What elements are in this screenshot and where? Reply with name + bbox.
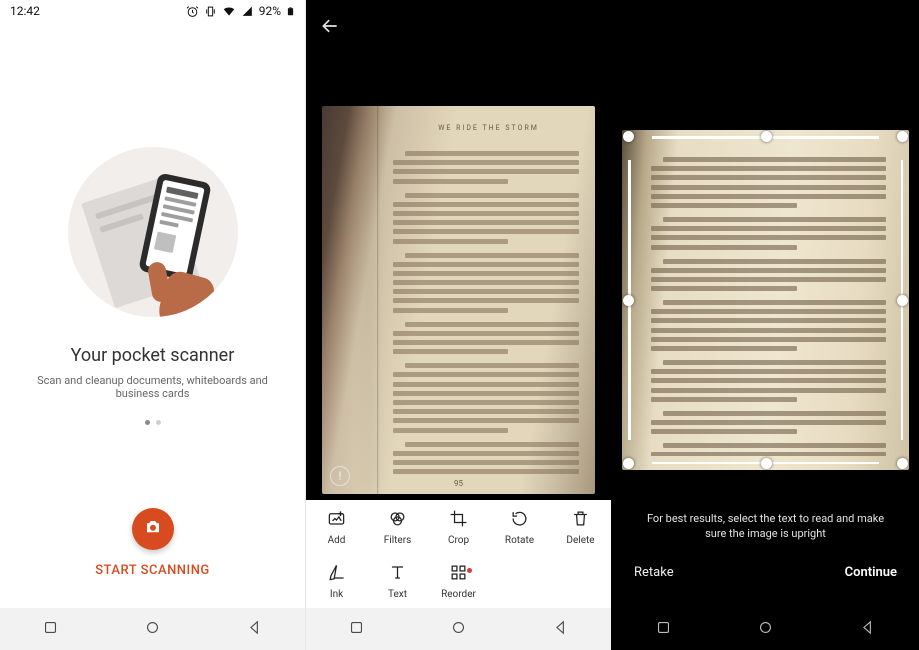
rotate-icon <box>510 509 529 532</box>
nav-recent-button[interactable] <box>655 619 672 640</box>
crop-handle[interactable] <box>897 458 908 469</box>
nav-back-button[interactable] <box>246 619 263 640</box>
nav-back-button[interactable] <box>552 619 569 640</box>
rotate-button[interactable]: Rotate <box>489 500 550 554</box>
continue-button[interactable]: Continue <box>845 565 897 580</box>
tool-label: Rotate <box>505 535 534 546</box>
crop-handle[interactable] <box>897 295 908 306</box>
reorder-button[interactable]: Reorder <box>428 554 489 608</box>
start-scanning-label: START SCANNING <box>0 563 305 578</box>
page-dot[interactable] <box>156 420 161 425</box>
camera-icon <box>144 518 162 540</box>
tool-label: Crop <box>448 535 469 546</box>
android-nav-bar <box>612 608 919 650</box>
page-running-header: WE RIDE THE STORM <box>404 124 573 132</box>
text-icon <box>388 563 407 586</box>
alarm-icon <box>186 5 199 18</box>
action-bar: Retake Continue <box>612 550 919 594</box>
crop-button[interactable]: Crop <box>428 500 489 554</box>
crop-confirm-screen: For best results, select the text to rea… <box>612 0 919 650</box>
nav-back-button[interactable] <box>859 619 876 640</box>
page-text <box>393 142 579 474</box>
nav-home-button[interactable] <box>757 619 774 640</box>
tool-label: Reorder <box>441 589 476 600</box>
pen-icon <box>327 563 346 586</box>
vibrate-icon <box>204 5 217 18</box>
crop-handle[interactable] <box>623 131 634 142</box>
back-button[interactable] <box>320 16 340 40</box>
android-nav-bar <box>306 608 611 650</box>
add-icon <box>327 509 346 532</box>
filters-button[interactable]: Filters <box>367 500 428 554</box>
delete-button[interactable]: Delete <box>550 500 611 554</box>
filters-icon <box>388 509 407 532</box>
tool-label: Add <box>328 535 346 546</box>
crop-handle[interactable] <box>897 131 908 142</box>
hero-illustration <box>68 147 238 317</box>
status-time: 12:42 <box>10 4 40 18</box>
welcome-screen: 12:42 92% Your pocket scanner <box>0 0 306 650</box>
notification-dot-icon <box>467 568 472 573</box>
text-button[interactable]: Text <box>367 554 428 608</box>
page-number: 95 <box>322 479 595 488</box>
hand-icon <box>153 252 223 317</box>
signal-icon <box>241 5 254 18</box>
crop-handle[interactable] <box>623 458 634 469</box>
battery-icon <box>286 5 295 18</box>
page-text <box>651 148 886 456</box>
crop-preview[interactable] <box>622 130 909 470</box>
status-right: 92% <box>186 4 295 18</box>
crop-icon <box>449 509 468 532</box>
crop-handle[interactable] <box>761 131 772 142</box>
retake-button[interactable]: Retake <box>634 565 674 580</box>
nav-home-button[interactable] <box>450 619 467 640</box>
trash-icon <box>571 509 590 532</box>
tool-label: Ink <box>330 589 343 600</box>
page-indicator[interactable] <box>145 420 161 425</box>
scanned-page[interactable]: WE RIDE THE STORM 95 ! <box>322 106 595 494</box>
edit-scan-screen: WE RIDE THE STORM 95 ! Add Filters <box>306 0 612 650</box>
edit-toolbar: Add Filters Crop Rotate Delete Ink <box>306 500 611 608</box>
top-bar <box>306 0 611 56</box>
crop-handle[interactable] <box>623 295 634 306</box>
add-button[interactable]: Add <box>306 500 367 554</box>
nav-home-button[interactable] <box>144 619 161 640</box>
crop-handle[interactable] <box>761 458 772 469</box>
hero-title: Your pocket scanner <box>71 345 235 366</box>
hint-text: For best results, select the text to rea… <box>612 512 919 542</box>
android-nav-bar <box>0 608 305 650</box>
nav-recent-button[interactable] <box>42 619 59 640</box>
nav-recent-button[interactable] <box>348 619 365 640</box>
warning-icon[interactable]: ! <box>330 466 350 486</box>
page-dot[interactable] <box>145 420 150 425</box>
hero: Your pocket scanner Scan and cleanup doc… <box>0 147 305 425</box>
status-bar: 12:42 92% <box>0 0 305 22</box>
tool-label: Filters <box>384 535 412 546</box>
ink-button[interactable]: Ink <box>306 554 367 608</box>
hero-subtitle: Scan and cleanup documents, whiteboards … <box>0 374 305 400</box>
tool-label: Delete <box>566 535 594 546</box>
start-scanning-button[interactable] <box>132 508 174 550</box>
reorder-icon <box>449 563 468 586</box>
tool-label: Text <box>388 589 407 600</box>
status-battery: 92% <box>259 4 281 18</box>
wifi-icon <box>222 4 236 18</box>
